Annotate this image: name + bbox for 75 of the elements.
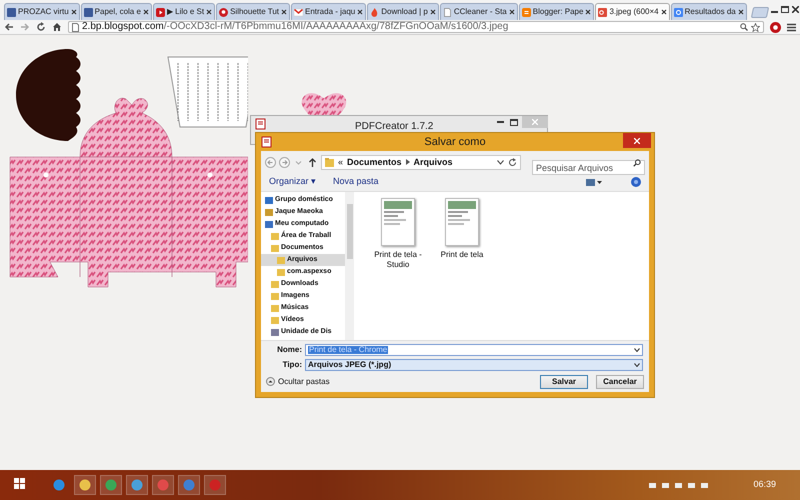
browser-tab[interactable]: CCleaner - Sta (440, 3, 518, 20)
p-logo-icon (219, 8, 228, 16)
search-field[interactable]: Pesquisar Arquivos (532, 160, 645, 175)
dialog-button[interactable]: Salvar (540, 374, 588, 388)
close-icon[interactable] (738, 9, 744, 15)
close-button[interactable] (623, 133, 651, 148)
breadcrumb-item[interactable]: Arquivos (414, 158, 453, 166)
file-item[interactable]: Print de tela - Studio (374, 198, 422, 270)
page-icon (442, 8, 452, 16)
browser-tab[interactable]: PROZAC virtu (4, 3, 80, 20)
up-arrow-icon[interactable] (307, 156, 318, 168)
maximize-icon[interactable] (508, 117, 520, 127)
browser-tab[interactable]: Papel, cola e (80, 3, 152, 20)
extension-icon[interactable] (770, 22, 781, 32)
back-arrow-icon[interactable] (4, 22, 14, 32)
forward-arrow-icon[interactable] (279, 156, 290, 168)
document-thumbnail (445, 198, 479, 246)
close-icon[interactable] (660, 9, 667, 15)
collapse-icon[interactable] (266, 377, 275, 386)
close-icon[interactable] (585, 9, 592, 15)
dialog-title: Salvar como (424, 134, 486, 150)
help-icon[interactable] (631, 177, 641, 187)
f-logo-icon (7, 8, 16, 16)
hide-folders-toggle[interactable]: Ocultar pastas (266, 376, 330, 388)
menu-icon[interactable] (787, 22, 796, 32)
g-logo-icon (598, 8, 608, 16)
home-icon[interactable] (52, 22, 62, 32)
g-logo-icon (674, 8, 683, 16)
address-bar[interactable]: 2.bp.blogspot.com/-OOcXD3cl-rM/T6Pbmmu16MI/AAAAAAAAAxg/78fZFGnOOaM/s1600/3.jpeg (68, 21, 764, 33)
browser-tab[interactable]: Entrada - jaqu (291, 3, 366, 20)
dialog-button[interactable]: Cancelar (596, 374, 644, 388)
f-logo-icon (84, 8, 93, 16)
folder-icon[interactable] (74, 475, 96, 495)
page-icon (72, 22, 79, 32)
document-thumbnail (381, 198, 415, 246)
url-text: 2.bp.blogspot.com/-OOcXD3cl-rM/T6Pbmmu16MI/AAAAAAAAAxg/78fZFGnOOaM/s1600/3.jpeg (82, 22, 510, 32)
folder-icon (325, 158, 334, 166)
star-icon[interactable] (751, 22, 760, 32)
scrollbar-thumb[interactable] (346, 204, 352, 259)
close-icon[interactable] (430, 9, 436, 15)
flame-icon (370, 8, 380, 16)
toolbar-button[interactable]: Organizar ▾ (269, 175, 316, 189)
close-icon[interactable] (281, 9, 287, 15)
envelope-icon (294, 8, 303, 16)
play-logo-icon (156, 8, 165, 16)
file-item[interactable]: Print de tela (438, 198, 486, 260)
browser-tab[interactable]: Download | p (367, 3, 439, 20)
breadcrumb-bar[interactable]: « Documentos Arquivos (321, 154, 521, 170)
close-icon[interactable] (357, 9, 364, 15)
browser-tab[interactable]: Blogger: Pape (518, 3, 594, 20)
search-icon[interactable] (633, 158, 641, 166)
chevron-icon (406, 159, 410, 165)
refresh-icon[interactable] (508, 158, 517, 166)
b-logo-icon (522, 8, 531, 16)
breadcrumb-item[interactable]: Documentos (347, 158, 402, 166)
browser-tab[interactable]: 3.jpeg (600×4 (595, 3, 670, 20)
reload-icon[interactable] (36, 22, 46, 32)
close-icon[interactable] (508, 9, 515, 15)
view-options-icon[interactable] (586, 178, 602, 186)
field-label: Tipo: (282, 359, 302, 371)
browser-tab[interactable]: Resultados da (670, 3, 747, 20)
windows-logo-icon[interactable] (14, 478, 28, 492)
close-icon[interactable] (790, 3, 800, 15)
breadcrumb-item[interactable]: « (338, 158, 344, 166)
close-icon[interactable] (206, 9, 212, 15)
field-label: Nome: (276, 344, 302, 356)
toolbar-button[interactable]: Nova pasta (333, 175, 379, 189)
close-icon[interactable] (70, 9, 77, 15)
type-dropdown[interactable]: Arquivos JPEG (*.jpg) (305, 359, 643, 371)
browser-tab[interactable]: ▶ Lilo e St (152, 3, 216, 20)
browser-tab[interactable]: Silhouette Tut (216, 3, 290, 20)
clock-time[interactable]: 06:39 (753, 478, 776, 492)
close-icon[interactable] (142, 9, 149, 15)
zoom-icon[interactable] (740, 23, 748, 31)
window-title: PDFCreator 1.7.2 (355, 120, 434, 134)
